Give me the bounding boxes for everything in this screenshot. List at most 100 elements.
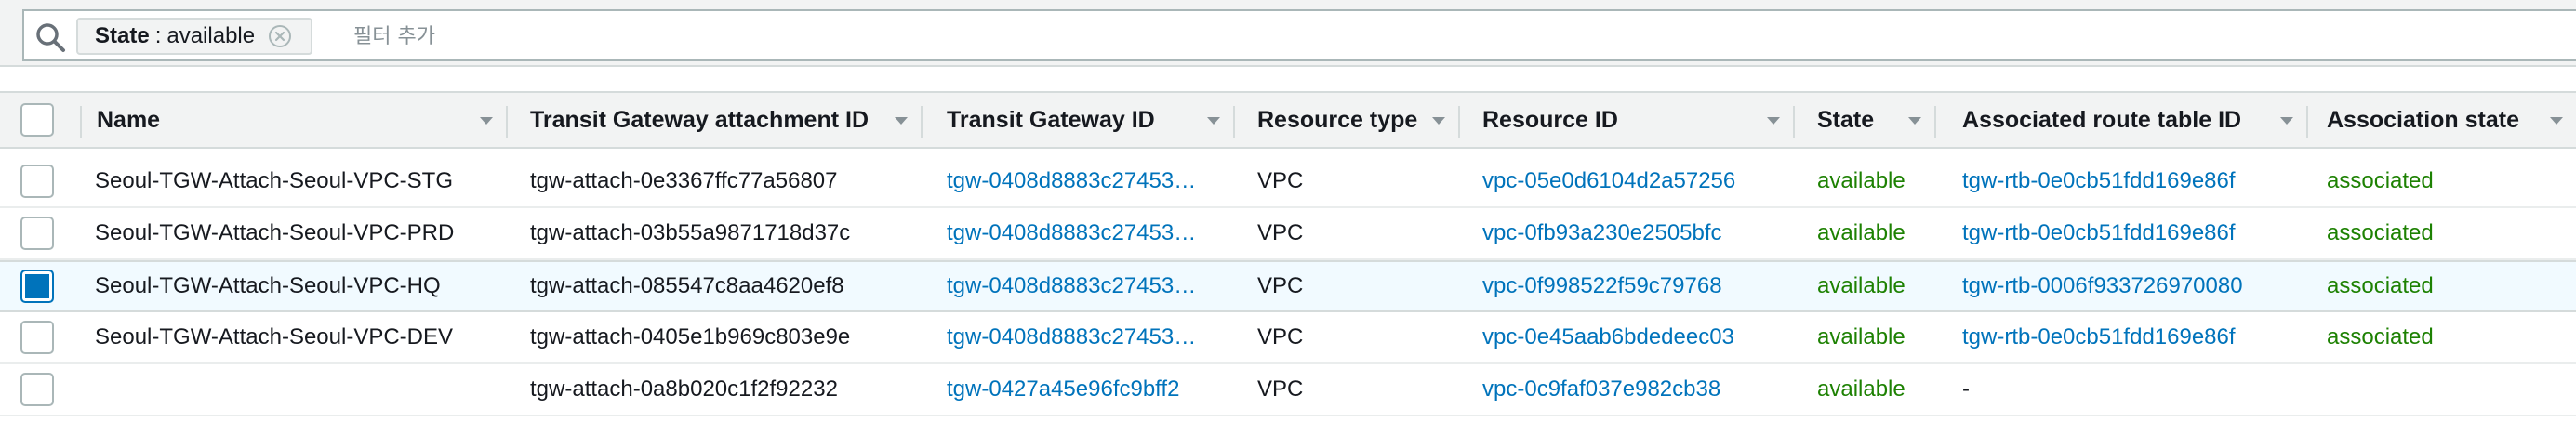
column-header-state[interactable]: State (1795, 93, 1934, 147)
caret-down-icon (1908, 117, 1921, 125)
filter-token-state: State : available (76, 18, 313, 55)
resource-id-link[interactable]: vpc-0c9faf037e982cb38 (1482, 376, 1720, 402)
cell-state: available (1795, 364, 1934, 415)
add-filter-input[interactable] (353, 19, 1469, 54)
cell-association-state: associated (2308, 312, 2576, 362)
column-header-name[interactable]: Name (82, 93, 506, 147)
cell-resource-type: VPC (1257, 376, 1304, 402)
cell-association-state: associated (2308, 156, 2576, 206)
column-header-label: Name (97, 106, 161, 133)
caret-down-icon (2550, 117, 2563, 125)
table-row[interactable]: Seoul-TGW-Attach-Seoul-VPC-HQ tgw-attach-… (0, 260, 2576, 312)
caret-down-icon (1432, 117, 1445, 125)
cell-attachment-id: tgw-attach-085547c8aa4620ef8 (508, 262, 921, 310)
cell-name: Seoul-TGW-Attach-Seoul-VPC-DEV (95, 324, 454, 349)
table-row[interactable]: Seoul-TGW-Attach-Seoul-VPC-PRD tgw-attach… (0, 208, 2576, 260)
cell-attachment-id: tgw-attach-0405e1b969c803e9e (508, 312, 921, 362)
cell-attachment-id: tgw-attach-0e3367ffc77a56807 (530, 168, 838, 193)
cell-tgw-id: tgw-0408d8883c27453… (923, 312, 1233, 362)
state-badge: available (1817, 168, 1905, 193)
cell-resource-type: VPC (1235, 262, 1458, 310)
association-state-badge: associated (2327, 324, 2434, 349)
cell-attachment-id: tgw-attach-0a8b020c1f2f92232 (508, 364, 921, 415)
state-badge: available (1817, 273, 1905, 298)
column-header-label: Association state (2327, 106, 2520, 133)
cell-resource-id: vpc-0f998522f59c79768 (1460, 262, 1793, 310)
caret-down-icon (1767, 117, 1780, 125)
cell-state: available (1795, 312, 1934, 362)
state-badge: available (1817, 376, 1905, 402)
cell-attachment-id: tgw-attach-03b55a9871718d37c (530, 220, 851, 245)
cell-attachment-id: tgw-attach-0a8b020c1f2f92232 (530, 376, 838, 402)
caret-down-icon (2280, 117, 2293, 125)
resource-id-link[interactable]: vpc-0fb93a230e2505bfc (1482, 220, 1722, 246)
route-table-id-link[interactable]: tgw-rtb-0e0cb51fdd169e86f (1962, 168, 2236, 194)
cell-resource-type: VPC (1257, 324, 1304, 349)
cell-resource-id: vpc-05e0d6104d2a57256 (1460, 156, 1793, 206)
filter-box[interactable]: State : available (22, 9, 2576, 61)
tgw-id-link[interactable]: tgw-0427a45e96fc9bff2 (947, 364, 1179, 415)
cell-attachment-id: tgw-attach-085547c8aa4620ef8 (530, 273, 844, 298)
cell-state: available (1795, 156, 1934, 206)
tgw-id-link[interactable]: tgw-0408d8883c27453… (947, 312, 1196, 362)
cell-name: Seoul-TGW-Attach-Seoul-VPC-DEV (82, 312, 506, 362)
tgw-id-link[interactable]: tgw-0408d8883c27453… (947, 156, 1196, 206)
column-header-resource-type[interactable]: Resource type (1235, 93, 1458, 147)
cell-route-table-id: tgw-rtb-0006f933726970080 (1936, 262, 2306, 310)
cell-resource-type: VPC (1235, 364, 1458, 415)
cell-tgw-id: tgw-0408d8883c27453… (923, 156, 1233, 206)
select-all-checkbox[interactable] (20, 103, 54, 137)
empty-value: - (1962, 376, 1970, 402)
cell-resource-id: vpc-0fb93a230e2505bfc (1460, 208, 1793, 258)
column-header-route-table-id[interactable]: Associated route table ID (1936, 93, 2306, 147)
cell-attachment-id: tgw-attach-0405e1b969c803e9e (530, 324, 851, 349)
resource-id-link[interactable]: vpc-05e0d6104d2a57256 (1482, 168, 1735, 194)
filter-token-value: available (166, 23, 256, 48)
association-state-badge: associated (2327, 220, 2434, 245)
cell-route-table-id: tgw-rtb-0e0cb51fdd169e86f (1936, 208, 2306, 258)
resource-id-link[interactable]: vpc-0e45aab6bdedeec03 (1482, 324, 1734, 350)
route-table-id-link[interactable]: tgw-rtb-0006f933726970080 (1962, 273, 2243, 299)
filter-token-separator: : (154, 23, 162, 48)
state-badge: available (1817, 324, 1905, 349)
state-badge: available (1817, 220, 1905, 245)
cell-tgw-id: tgw-0427a45e96fc9bff2 (923, 364, 1233, 415)
row-checkbox[interactable] (20, 321, 54, 354)
cell-route-table-id: tgw-rtb-0e0cb51fdd169e86f (1936, 312, 2306, 362)
route-table-id-link[interactable]: tgw-rtb-0e0cb51fdd169e86f (1962, 324, 2236, 350)
row-checkbox[interactable] (20, 373, 54, 406)
row-checkbox[interactable] (20, 270, 54, 303)
table-row[interactable]: tgw-attach-0a8b020c1f2f92232 tgw-0427a45e… (0, 364, 2576, 416)
column-header-attachment-id[interactable]: Transit Gateway attachment ID (508, 93, 921, 147)
cell-state: available (1795, 262, 1934, 310)
column-header-association-state[interactable]: Association state (2308, 93, 2576, 147)
tgw-id-link[interactable]: tgw-0408d8883c27453… (947, 208, 1196, 258)
cell-resource-type: VPC (1235, 312, 1458, 362)
column-header-label: Associated route table ID (1962, 106, 2242, 133)
cell-route-table-id: tgw-rtb-0e0cb51fdd169e86f (1936, 156, 2306, 206)
column-header-resource-id[interactable]: Resource ID (1460, 93, 1793, 147)
route-table-id-link[interactable]: tgw-rtb-0e0cb51fdd169e86f (1962, 220, 2236, 246)
table-row[interactable]: Seoul-TGW-Attach-Seoul-VPC-STG tgw-attach… (0, 156, 2576, 208)
cell-resource-type: VPC (1257, 273, 1304, 298)
filter-bar: State : available (0, 0, 2576, 67)
table-row[interactable]: Seoul-TGW-Attach-Seoul-VPC-DEV tgw-attach… (0, 312, 2576, 364)
column-header-label: Transit Gateway ID (947, 106, 1155, 133)
resource-id-link[interactable]: vpc-0f998522f59c79768 (1482, 273, 1722, 299)
column-header-tgw-id[interactable]: Transit Gateway ID (923, 93, 1233, 147)
cell-tgw-id: tgw-0408d8883c27453… (923, 262, 1233, 310)
row-checkbox[interactable] (20, 217, 54, 250)
cell-resource-type: VPC (1235, 208, 1458, 258)
cell-resource-id: vpc-0e45aab6bdedeec03 (1460, 312, 1793, 362)
column-header-label: State (1817, 106, 1875, 133)
cell-resource-type: VPC (1235, 156, 1458, 206)
caret-down-icon (480, 117, 493, 125)
association-state-badge: associated (2327, 273, 2434, 298)
remove-token-button[interactable] (268, 24, 292, 48)
row-checkbox[interactable] (20, 165, 54, 198)
cell-attachment-id: tgw-attach-0e3367ffc77a56807 (508, 156, 921, 206)
tgw-id-link[interactable]: tgw-0408d8883c27453… (947, 262, 1196, 310)
cell-name: Seoul-TGW-Attach-Seoul-VPC-PRD (95, 220, 455, 245)
cell-route-table-id: - (1936, 364, 2306, 415)
cell-resource-type: VPC (1257, 220, 1304, 245)
